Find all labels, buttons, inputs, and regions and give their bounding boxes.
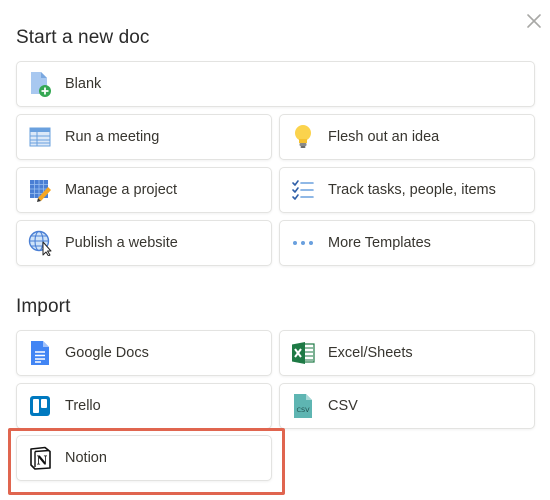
run-meeting-template-button[interactable]: Run a meeting [16,114,272,160]
run-meeting-label: Run a meeting [65,129,160,145]
lightbulb-icon [291,123,315,151]
excel-icon [291,339,315,367]
publish-website-label: Publish a website [65,235,178,251]
track-tasks-label: Track tasks, people, items [328,182,496,198]
google-docs-label: Google Docs [65,345,149,361]
new-doc-dialog: Start a new doc Blank Run a meeting Fles… [0,0,550,500]
import-csv-button[interactable]: CSV CSV [279,383,535,429]
more-templates-button[interactable]: More Templates [279,220,535,266]
import-title: Import [16,296,71,317]
import-google-docs-button[interactable]: Google Docs [16,330,272,376]
checklist-icon [291,176,315,204]
trello-icon [28,392,52,420]
blank-label: Blank [65,76,102,92]
start-new-doc-title: Start a new doc [16,27,150,48]
csv-file-icon: CSV [291,392,315,420]
ellipsis-icon [291,229,315,257]
csv-icon-text: CSV [296,406,310,414]
import-excel-button[interactable]: Excel/Sheets [279,330,535,376]
close-button[interactable] [524,11,544,31]
track-tasks-template-button[interactable]: Track tasks, people, items [279,167,535,213]
trello-label: Trello [65,398,101,414]
excel-label: Excel/Sheets [328,345,413,361]
flesh-out-idea-template-button[interactable]: Flesh out an idea [279,114,535,160]
blank-doc-icon [28,70,52,98]
globe-cursor-icon [28,229,52,257]
flesh-out-idea-label: Flesh out an idea [328,129,440,145]
google-docs-icon [28,339,52,367]
table-icon [28,123,52,151]
publish-website-template-button[interactable]: Publish a website [16,220,272,266]
import-trello-button[interactable]: Trello [16,383,272,429]
blank-template-button[interactable]: Blank [16,61,535,107]
manage-project-template-button[interactable]: Manage a project [16,167,272,213]
more-templates-label: More Templates [328,235,431,251]
close-icon [527,14,541,28]
manage-project-label: Manage a project [65,182,178,198]
csv-label: CSV [328,398,358,414]
notion-highlight-box [8,428,285,495]
project-board-icon [28,176,52,204]
